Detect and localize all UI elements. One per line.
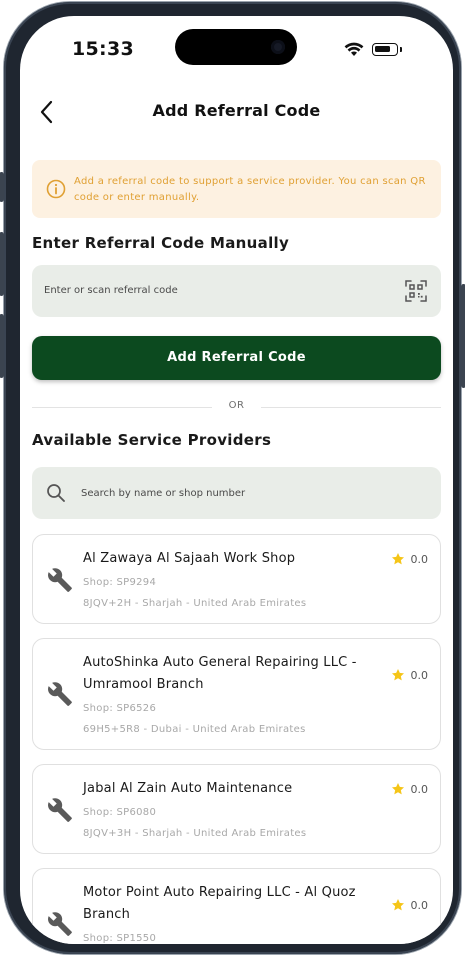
provider-name: Motor Point Auto Repairing LLC - Al Quoz… <box>83 885 356 922</box>
provider-card[interactable]: Jabal Al Zain Auto Maintenance Shop: SP6… <box>32 764 441 854</box>
info-banner: Add a referral code to support a service… <box>32 160 441 218</box>
provider-rating: 0.0 <box>391 898 429 912</box>
star-icon <box>391 783 404 795</box>
provider-rating: 0.0 <box>391 782 429 796</box>
nav-header: Add Referral Code <box>20 92 453 132</box>
rating-value: 0.0 <box>410 782 429 796</box>
wrench-icon <box>48 798 72 822</box>
page-title: Add Referral Code <box>152 101 321 120</box>
provider-search-input[interactable] <box>81 482 421 504</box>
provider-card[interactable]: Motor Point Auto Repairing LLC - Al Quoz… <box>32 868 441 944</box>
action-button <box>0 172 4 202</box>
referral-code-input[interactable] <box>44 279 384 301</box>
star-icon <box>391 669 404 681</box>
rating-value: 0.0 <box>410 552 429 566</box>
info-text: Add a referral code to support a service… <box>74 176 426 203</box>
status-time: 15:33 <box>72 38 134 60</box>
status-bar: 15:33 <box>20 16 453 76</box>
provider-shop: Shop: SP1550 <box>83 933 157 944</box>
search-icon <box>47 484 65 502</box>
providers-section-heading: Available Service Providers <box>32 431 272 449</box>
provider-card[interactable]: AutoShinka Auto General Repairing LLC -U… <box>32 638 441 750</box>
phone-frame: 15:33 Add Referral Code Add a referral c… <box>0 2 465 954</box>
or-label: OR <box>228 400 245 411</box>
battery-icon <box>372 43 402 56</box>
info-circle-icon <box>46 179 66 199</box>
wrench-icon <box>48 568 72 592</box>
screen: 15:33 Add Referral Code Add a referral c… <box>20 16 453 944</box>
camera-icon <box>271 40 285 54</box>
volume-down-button <box>0 314 4 378</box>
provider-name: Jabal Al Zain Auto Maintenance <box>83 781 293 796</box>
star-icon <box>391 899 404 911</box>
provider-address: 69H5+5R8 - Dubai - United Arab Emirates <box>83 724 306 735</box>
provider-shop: Shop: SP6526 <box>83 703 157 714</box>
manual-section-heading: Enter Referral Code Manually <box>32 234 290 252</box>
wrench-icon <box>48 682 72 706</box>
provider-address: 8JQV+2H - Sharjah - United Arab Emirates <box>83 598 307 609</box>
rating-value: 0.0 <box>410 668 429 682</box>
star-icon <box>391 553 404 565</box>
referral-code-field <box>32 265 441 317</box>
dynamic-island <box>175 29 297 65</box>
wrench-icon <box>48 912 72 936</box>
provider-name: Al Zawaya Al Sajaah Work Shop <box>83 551 296 566</box>
volume-up-button <box>0 232 4 296</box>
provider-search-field <box>32 467 441 519</box>
provider-address: 8JQV+3H - Sharjah - United Arab Emirates <box>83 828 307 839</box>
provider-rating: 0.0 <box>391 552 429 566</box>
qr-scan-icon[interactable] <box>405 280 427 302</box>
provider-shop: Shop: SP9294 <box>83 577 157 588</box>
provider-name: AutoShinka Auto General Repairing LLC -U… <box>83 655 357 692</box>
or-divider: OR <box>32 399 441 415</box>
power-button <box>461 284 465 388</box>
wifi-icon <box>344 42 364 56</box>
rating-value: 0.0 <box>410 898 429 912</box>
provider-rating: 0.0 <box>391 668 429 682</box>
add-referral-code-button[interactable]: Add Referral Code <box>32 336 441 380</box>
provider-card[interactable]: Al Zawaya Al Sajaah Work Shop Shop: SP92… <box>32 534 441 624</box>
provider-shop: Shop: SP6080 <box>83 807 157 818</box>
